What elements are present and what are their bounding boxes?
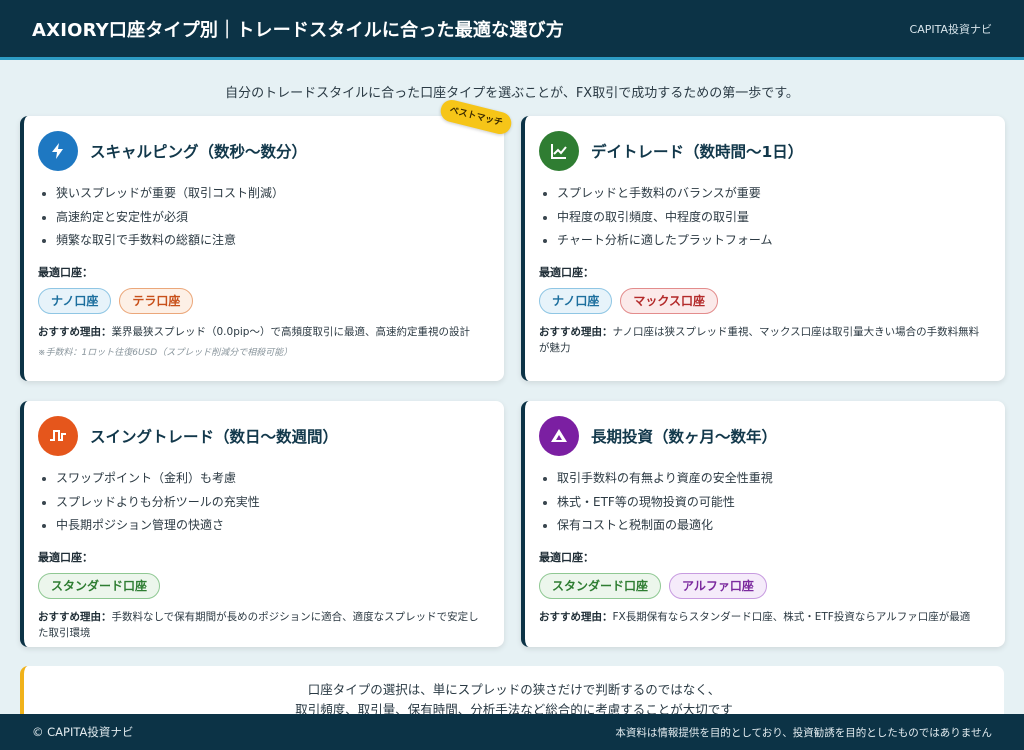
reason-text: FX長期保有ならスタンダード口座、株式・ETF投資ならアルファ口座が最適 [612, 610, 971, 623]
list-item: 高速約定と安定性が必須 [42, 206, 488, 230]
card-title: スキャルピング（数秒〜数分） [90, 143, 308, 161]
card-title: 長期投資（数ヶ月〜数年） [591, 428, 778, 446]
list-item: スワップポイント（金利）も考慮 [42, 467, 488, 491]
list-item: スプレッドと手数料のバランスが重要 [543, 182, 989, 206]
account-tag-nano: ナノ口座 [38, 287, 112, 314]
best-account-label: 最適口座： [38, 265, 93, 279]
card-swing: スイングトレード（数日〜数週間） スワップポイント（金利）も考慮 スプレッドより… [20, 401, 504, 647]
card-longterm: 長期投資（数ヶ月〜数年） 取引手数料の有無より資産の安全性重視 株式・ETF等の… [521, 401, 1005, 647]
header: AXIORY口座タイプ別｜トレードスタイルに合った最適な選び方 CAPITA投資… [0, 0, 1024, 60]
account-tag-standard: スタンダード口座 [539, 572, 662, 599]
list-item: 取引手数料の有無より資産の安全性重視 [543, 467, 989, 491]
card-title: スイングトレード（数日〜数週間） [90, 428, 339, 446]
reason-label: おすすめ理由： [38, 610, 112, 623]
reason-label: おすすめ理由： [38, 325, 112, 338]
recommendation-reason: おすすめ理由：FX長期保有ならスタンダード口座、株式・ETF投資ならアルファ口座… [539, 609, 989, 625]
reason-text: 業界最狭スプレッド（0.0pip〜）で高頻度取引に最適、高速約定重視の設計 [111, 325, 470, 338]
footer-disclaimer: 本資料は情報提供を目的としており、投資勧誘を目的としたものではありません [615, 726, 992, 739]
account-tag-nano: ナノ口座 [539, 287, 613, 314]
page-title: AXIORY口座タイプ別｜トレードスタイルに合った最適な選び方 [32, 19, 564, 41]
fee-note: ※手数料：1ロット往復6USD（スプレッド削減分で相殺可能） [38, 347, 293, 358]
reason-label: おすすめ理由： [539, 610, 613, 623]
summary-line: 口座タイプの選択は、単にスプレッドの狭さだけで判断するのではなく、 [307, 682, 721, 697]
card-daytrade: デイトレード（数時間〜1日） スプレッドと手数料のバランスが重要 中程度の取引頻… [521, 116, 1005, 381]
card-scalping: スキャルピング（数秒〜数分） 狭いスプレッドが重要（取引コスト削減） 高速約定と… [20, 116, 504, 381]
recommendation-reason: おすすめ理由：手数料なしで保有期間が長めのポジションに適合、適度なスプレッドで安… [38, 609, 488, 641]
best-account-label: 最適口座： [539, 265, 594, 279]
account-tag-alpha: アルファ口座 [669, 572, 767, 599]
reason-label: おすすめ理由： [539, 325, 613, 338]
feature-list: 狭いスプレッドが重要（取引コスト削減） 高速約定と安定性が必須 頻繁な取引で手数… [38, 182, 488, 253]
footer: © CAPITA投資ナビ 本資料は情報提供を目的としており、投資勧誘を目的とした… [0, 714, 1024, 750]
best-account-label: 最適口座： [539, 550, 594, 564]
feature-list: スワップポイント（金利）も考慮 スプレッドよりも分析ツールの充実性 中長期ポジシ… [38, 467, 488, 538]
intro-text: 自分のトレードスタイルに合った口座タイプを選ぶことが、FX取引で成功するための第… [225, 86, 799, 101]
account-tag-terra: テラ口座 [119, 287, 194, 314]
recommendation-reason: おすすめ理由：業界最狭スプレッド（0.0pip〜）で高頻度取引に最適、高速約定重… [38, 324, 488, 340]
wave-icon [38, 416, 78, 456]
list-item: スプレッドよりも分析ツールの充実性 [42, 491, 488, 515]
list-item: 狭いスプレッドが重要（取引コスト削減） [42, 182, 488, 206]
mountain-icon [539, 416, 579, 456]
account-tag-max: マックス口座 [620, 287, 719, 314]
card-title: デイトレード（数時間〜1日） [591, 143, 804, 161]
lightning-icon [38, 131, 78, 171]
feature-list: スプレッドと手数料のバランスが重要 中程度の取引頻度、中程度の取引量 チャート分… [539, 182, 989, 253]
list-item: 頻繁な取引で手数料の総額に注意 [42, 229, 488, 253]
list-item: 中程度の取引頻度、中程度の取引量 [543, 206, 989, 230]
feature-list: 取引手数料の有無より資産の安全性重視 株式・ETF等の現物投資の可能性 保有コス… [539, 467, 989, 538]
brand-name: CAPITA投資ナビ [909, 22, 992, 36]
list-item: 保有コストと税制面の最適化 [543, 514, 989, 538]
list-item: 中長期ポジション管理の快適さ [42, 514, 488, 538]
list-item: 株式・ETF等の現物投資の可能性 [543, 491, 989, 515]
chart-line-icon [539, 131, 579, 171]
account-tag-standard: スタンダード口座 [38, 572, 161, 599]
recommendation-reason: おすすめ理由：ナノ口座は狭スプレッド重視、マックス口座は取引量大きい場合の手数料… [539, 324, 989, 356]
footer-copyright: © CAPITA投資ナビ [32, 725, 134, 739]
list-item: チャート分析に適したプラットフォーム [543, 229, 989, 253]
best-account-label: 最適口座： [38, 550, 93, 564]
